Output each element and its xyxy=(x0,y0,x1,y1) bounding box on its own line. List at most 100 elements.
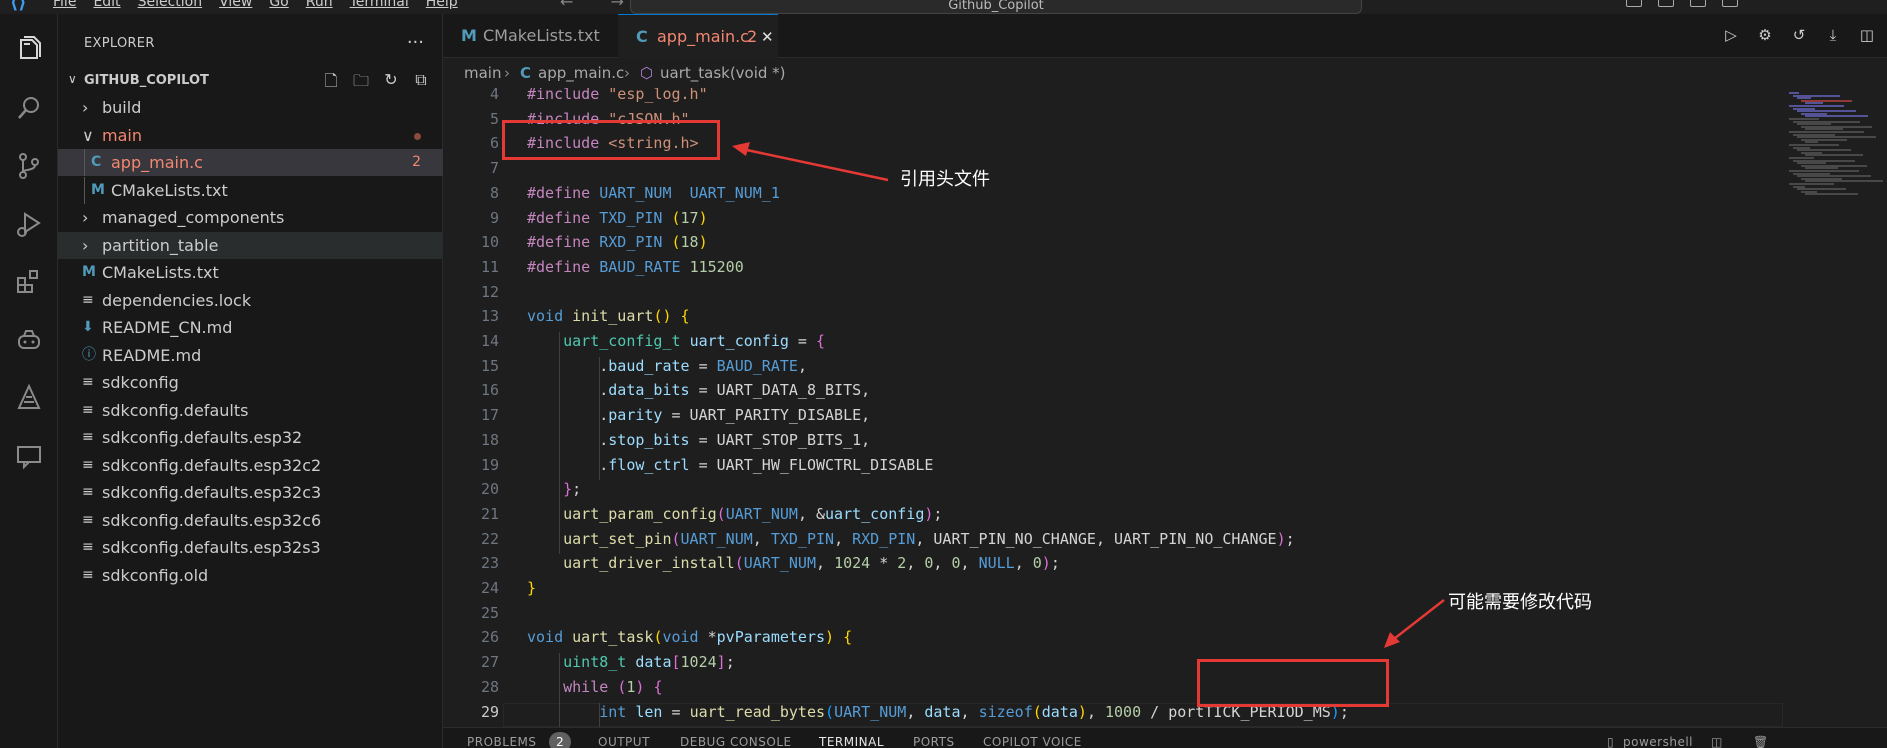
chevron-right-icon: › xyxy=(624,64,630,82)
code-token: ) xyxy=(1041,554,1051,573)
tree-item-readme-md[interactable]: ⓘ README.md xyxy=(58,342,443,369)
code-token: ( xyxy=(734,554,744,573)
code-token: = UART_STOP_BITS_1, xyxy=(689,430,871,449)
menu-item-file[interactable]: File xyxy=(53,0,76,10)
tree-item-sdkconfig-defaults-esp32[interactable]: ≡ sdkconfig.defaults.esp32 xyxy=(58,424,443,451)
menu-item-edit[interactable]: Edit xyxy=(93,0,120,10)
layout-sidebar-icon[interactable] xyxy=(1626,0,1642,7)
menu-item-run[interactable]: Run xyxy=(306,0,333,10)
terminal-name[interactable]: powershell xyxy=(1623,735,1693,748)
tree-item-sdkconfig-defaults-esp32c3[interactable]: ≡ sdkconfig.defaults.esp32c3 xyxy=(58,479,443,506)
explorer-header: EXPLORER xyxy=(84,36,155,51)
minimap[interactable] xyxy=(1783,88,1887,728)
code-token: 115200 xyxy=(689,257,744,276)
command-center[interactable]: Github_Copilot xyxy=(630,0,1362,14)
trash-icon[interactable]: 🗑 xyxy=(1753,735,1769,748)
chat-icon[interactable] xyxy=(13,440,45,472)
tree-item-sdkconfig[interactable]: ≡ sdkconfig xyxy=(58,369,443,396)
menu-item-terminal[interactable]: Terminal xyxy=(350,0,409,10)
tab-output[interactable]: OUTPUT xyxy=(598,735,650,748)
new-folder-icon[interactable]: 🗀 xyxy=(351,70,371,90)
code-token: , xyxy=(752,529,771,548)
new-file-icon[interactable]: 🗋 xyxy=(321,70,341,90)
tree-item-app-main-c[interactable]: Capp_main.c 2 xyxy=(58,149,443,176)
split-terminal-icon[interactable]: ◫ xyxy=(1711,735,1723,748)
layout-secondary-icon[interactable] xyxy=(1690,0,1706,7)
tree-item-dependencies-lock[interactable]: ≡ dependencies.lock xyxy=(58,287,443,314)
line-number: 9 xyxy=(489,208,499,227)
tree-item-cmakelists-txt[interactable]: M CMakeLists.txt xyxy=(58,259,443,286)
line-number: 20 xyxy=(480,480,499,499)
code-token: #define xyxy=(527,257,600,276)
code-token: #define xyxy=(527,183,600,202)
run-debug-icon[interactable] xyxy=(13,208,45,240)
tree-item-sdkconfig-old[interactable]: ≡ sdkconfig.old xyxy=(58,562,443,589)
tab-problems[interactable]: PROBLEMS xyxy=(467,735,537,748)
menu-item-selection[interactable]: Selection xyxy=(138,0,203,10)
code-editor[interactable]: 4 #include "esp_log.h" 5 #include "cJSON.h"… xyxy=(443,88,1783,728)
collapse-all-icon[interactable]: ⧉ xyxy=(411,70,431,90)
code-token: ; xyxy=(572,480,582,499)
tree-item-sdkconfig-defaults[interactable]: ≡ sdkconfig.defaults xyxy=(58,397,443,424)
breadcrumb-folder[interactable]: main xyxy=(464,58,501,88)
code-line: uart_set_pin(UART_NUM, TXD_PIN, RXD_PIN,… xyxy=(527,530,1295,548)
tree-item-partition-table[interactable]: › partition_table xyxy=(58,231,443,259)
tree-item-label: README_CN.md xyxy=(102,318,233,337)
refresh-icon[interactable]: ↻ xyxy=(381,70,401,90)
copilot-icon[interactable] xyxy=(13,324,45,356)
line-number: 17 xyxy=(480,406,499,425)
code-token: void xyxy=(527,307,564,326)
breadcrumb-symbol[interactable]: uart_task(void *) xyxy=(660,58,786,88)
line-number: 24 xyxy=(480,579,499,597)
close-icon[interactable]: ✕ xyxy=(761,15,774,59)
undo-icon[interactable]: ↺ xyxy=(1789,26,1809,46)
extensions-icon[interactable] xyxy=(13,266,45,298)
line-number: 4 xyxy=(489,88,499,103)
tree-item-cmakelists-txt[interactable]: M CMakeLists.txt xyxy=(58,176,443,204)
layout-customize-icon[interactable] xyxy=(1722,0,1738,7)
more-actions-icon[interactable]: ··· xyxy=(407,32,424,53)
explorer-icon[interactable] xyxy=(13,34,45,66)
code-token: ( xyxy=(716,504,726,523)
layout-panel-icon[interactable] xyxy=(1658,0,1674,7)
tab-app-main[interactable]: C app_main.c 2 ✕ xyxy=(618,14,778,58)
nav-arrows-icon[interactable]: ← → xyxy=(560,0,640,11)
tree-item-sdkconfig-defaults-esp32c2[interactable]: ≡ sdkconfig.defaults.esp32c2 xyxy=(58,452,443,479)
indent-guide xyxy=(599,356,600,481)
download-icon[interactable]: ⤓ xyxy=(1823,26,1843,46)
code-token: NULL xyxy=(978,554,1015,573)
tree-item-sdkconfig-defaults-esp32c6[interactable]: ≡ sdkconfig.defaults.esp32c6 xyxy=(58,507,443,534)
tab-terminal[interactable]: TERMINAL xyxy=(819,735,884,748)
tab-copilot-voice[interactable]: COPILOT VOICE xyxy=(983,735,1082,748)
tab-cmakelists[interactable]: M CMakeLists.txt xyxy=(443,14,618,58)
tab-ports[interactable]: PORTS xyxy=(913,735,955,748)
code-token: , xyxy=(1014,554,1033,573)
tree-item-managed-components[interactable]: › managed_components xyxy=(58,204,443,231)
annotation-include: 引用头文件 xyxy=(900,169,990,190)
breadcrumb-file[interactable]: app_main.c xyxy=(538,58,624,88)
source-control-icon[interactable] xyxy=(13,150,45,182)
panel-tabs: PROBLEMS 2 OUTPUT DEBUG CONSOLE TERMINAL… xyxy=(443,727,1887,748)
menu-item-view[interactable]: View xyxy=(219,0,252,10)
menu-item-go[interactable]: Go xyxy=(269,0,288,10)
tree-item-main[interactable]: ∨ main xyxy=(58,122,443,149)
tree-item-sdkconfig-defaults-esp32s3[interactable]: ≡ sdkconfig.defaults.esp32s3 xyxy=(58,534,443,561)
workspace-section-header[interactable]: ∨ GITHUB_COPILOT 🗋 🗀 ↻ ⧉ xyxy=(58,66,443,94)
code-token: ( xyxy=(1032,702,1042,721)
tree-item-build[interactable]: › build xyxy=(58,94,443,121)
code-token: pvParameters xyxy=(716,628,826,647)
menu-item-help[interactable]: Help xyxy=(426,0,458,10)
search-icon[interactable] xyxy=(13,92,45,124)
run-icon[interactable]: ▷ xyxy=(1721,26,1741,46)
tree-item-readme-cn-md[interactable]: ⬇ README_CN.md xyxy=(58,314,443,341)
tab-debug-console[interactable]: DEBUG CONSOLE xyxy=(680,735,792,748)
split-editor-icon[interactable]: ◫ xyxy=(1857,26,1877,46)
esp-idf-icon[interactable] xyxy=(13,382,45,414)
code-token: 1024 xyxy=(834,554,871,573)
lines-file-icon: ≡ xyxy=(82,374,94,390)
gear-icon[interactable]: ⚙ xyxy=(1755,26,1775,46)
